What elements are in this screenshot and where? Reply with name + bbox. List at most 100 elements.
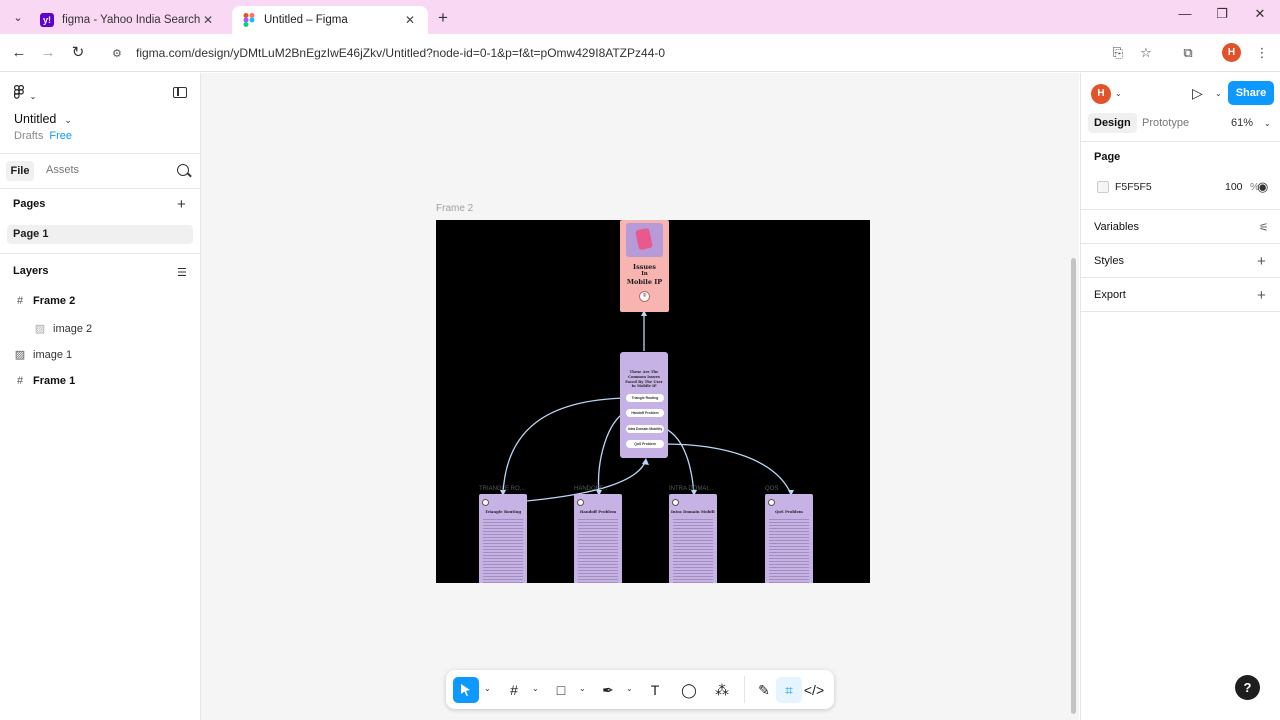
card-intra-domain-mobility[interactable]: Intra Domain Mobility xyxy=(669,494,717,583)
toggle-sidebar-icon[interactable] xyxy=(173,87,187,98)
url-text: figma.com/design/yDMtLuM2BnEgzIwE46jZkv/… xyxy=(136,46,666,60)
chevron-down-icon[interactable]: ⌄ xyxy=(1215,89,1222,98)
frame-tool[interactable]: # xyxy=(501,677,527,703)
chevron-down-icon[interactable]: ⌄ xyxy=(532,684,539,693)
draw-mode-icon[interactable]: ✎ xyxy=(751,677,777,703)
user-avatar[interactable]: H xyxy=(1091,84,1111,104)
layer-image-2[interactable]: ▨ image 2 xyxy=(33,322,93,336)
layer-name: image 2 xyxy=(53,322,93,335)
restore-icon[interactable]: ❐ xyxy=(1207,6,1237,22)
new-tab-button[interactable]: + xyxy=(434,8,452,28)
file-location: Drafts Free xyxy=(14,130,72,142)
tab-search-menu-icon[interactable]: ⌄ xyxy=(8,8,28,26)
file-title: Untitled xyxy=(14,112,57,126)
bookmark-star-icon[interactable]: ☆ xyxy=(1136,43,1156,63)
variables-label[interactable]: Variables xyxy=(1094,221,1139,233)
export-label[interactable]: Export xyxy=(1094,289,1126,301)
card-handoff-problem[interactable]: Handoff Problem xyxy=(574,494,622,583)
chevron-down-icon[interactable]: ⌄ xyxy=(484,684,491,693)
tab-prototype[interactable]: Prototype xyxy=(1136,113,1195,133)
issue-pill[interactable]: QoS Problem xyxy=(626,440,664,448)
tab-design[interactable]: Design xyxy=(1088,113,1137,133)
variables-settings-icon[interactable]: ⚟ xyxy=(1259,221,1269,234)
comment-tool[interactable]: ◯ xyxy=(676,677,702,703)
present-play-icon[interactable]: ▷ xyxy=(1192,85,1203,102)
chevron-down-icon[interactable]: ⌄ xyxy=(579,684,586,693)
minimize-icon[interactable]: — xyxy=(1170,6,1200,21)
actions-tool[interactable]: ⁂ xyxy=(709,677,735,703)
divider xyxy=(0,188,200,189)
share-button[interactable]: Share xyxy=(1228,81,1274,105)
browser-tab-yahoo[interactable]: y! figma - Yahoo India Search Res ✕ xyxy=(30,6,226,34)
card-tag: INTRA DOMAI... xyxy=(669,486,714,492)
install-app-icon[interactable]: ⎘ xyxy=(1108,43,1128,63)
card-qos-problem[interactable]: QoS Problem xyxy=(765,494,813,583)
node-text: Issues xyxy=(633,263,656,271)
card-icon xyxy=(672,499,679,506)
chevron-down-icon[interactable]: ⌄ xyxy=(1264,119,1271,128)
zoom-level[interactable]: 61% xyxy=(1231,117,1253,129)
plan-badge[interactable]: Free xyxy=(49,130,72,142)
design-mode-icon[interactable]: ⌗ xyxy=(776,677,802,703)
divider xyxy=(1081,209,1280,210)
browser-menu-icon[interactable]: ⋮ xyxy=(1252,43,1272,63)
connector-handle[interactable]: ⌾ xyxy=(639,291,650,302)
dev-mode-icon[interactable]: </> xyxy=(801,677,827,703)
rectangle-tool[interactable]: □ xyxy=(548,677,574,703)
collapse-layers-icon[interactable]: ☰ xyxy=(177,266,187,279)
left-sidebar: ⌄ Untitled ⌄ Drafts Free File Assets Pages… xyxy=(0,73,201,720)
move-tool[interactable] xyxy=(453,677,479,703)
close-window-icon[interactable]: ✕ xyxy=(1245,6,1275,22)
styles-label[interactable]: Styles xyxy=(1094,255,1124,267)
drafts-label[interactable]: Drafts xyxy=(14,130,43,142)
page-color-swatch[interactable] xyxy=(1097,181,1109,193)
page-opacity[interactable]: 100 xyxy=(1225,181,1243,193)
frame-label[interactable]: Frame 2 xyxy=(436,203,473,214)
issue-pill[interactable]: Triangle Routing xyxy=(626,394,664,402)
back-icon[interactable]: ← xyxy=(10,44,28,62)
search-icon[interactable] xyxy=(177,164,189,176)
profile-avatar[interactable]: H xyxy=(1222,43,1241,62)
card-tag: TRIANGLE RO... xyxy=(479,486,525,492)
layer-frame-1[interactable]: # Frame 1 xyxy=(13,375,75,387)
card-tag: QOS xyxy=(765,486,779,492)
forward-icon[interactable]: → xyxy=(39,44,57,62)
card-icon xyxy=(768,499,775,506)
layer-image-1[interactable]: ▨ image 1 xyxy=(13,348,72,362)
url-field[interactable]: ⚙ figma.com/design/yDMtLuM2BnEgzIwE46jZk… xyxy=(104,39,1212,67)
close-tab-icon[interactable]: ✕ xyxy=(200,13,216,27)
text-tool[interactable]: T xyxy=(642,677,668,703)
figma-main-menu-icon[interactable]: ⌄ xyxy=(14,85,36,102)
add-style-icon[interactable]: + xyxy=(1257,254,1266,269)
page-item-page-1[interactable]: Page 1 xyxy=(7,225,193,244)
issue-pill[interactable]: Handoff Problem xyxy=(626,409,664,417)
help-button[interactable]: ? xyxy=(1235,675,1260,700)
common-issues-node[interactable]: These Are The Common Issues Faced By The… xyxy=(620,352,668,458)
tab-assets[interactable]: Assets xyxy=(46,164,79,176)
issue-pill[interactable]: Intra Domain Mobility xyxy=(626,425,664,433)
site-info-icon[interactable]: ⚙ xyxy=(112,47,126,60)
layer-name: Frame 1 xyxy=(33,375,76,387)
add-page-icon[interactable]: + xyxy=(177,197,186,212)
layer-frame-2[interactable]: # Frame 2 xyxy=(13,295,75,307)
page-color-hex[interactable]: F5F5F5 xyxy=(1115,181,1152,193)
issues-title-node[interactable]: Issues In Mobile IP ⌾ xyxy=(620,220,669,312)
tab-title: Untitled – Figma xyxy=(264,14,348,26)
add-export-icon[interactable]: + xyxy=(1257,288,1266,303)
chevron-down-icon[interactable]: ⌄ xyxy=(1115,89,1122,98)
extensions-icon[interactable]: ⧉ xyxy=(1178,43,1198,63)
frame-2[interactable]: Issues In Mobile IP ⌾ These Are The Comm… xyxy=(436,220,870,583)
close-tab-icon[interactable]: ✕ xyxy=(402,13,418,27)
visibility-eye-icon[interactable]: ◉ xyxy=(1257,179,1268,195)
browser-tab-figma[interactable]: Untitled – Figma ✕ xyxy=(232,6,428,34)
tab-file[interactable]: File xyxy=(6,161,34,181)
card-triangle-routing[interactable]: Triangle Routing xyxy=(479,494,527,583)
layer-name: Frame 2 xyxy=(33,295,76,307)
canvas-scrollbar[interactable] xyxy=(1071,258,1076,714)
pages-heading: Pages xyxy=(13,198,46,210)
pen-tool[interactable]: ✒ xyxy=(595,677,621,703)
file-title-menu[interactable]: Untitled ⌄ xyxy=(14,112,72,126)
design-canvas[interactable]: Frame 2 Issues In Mobile IP ⌾ These Are … xyxy=(201,73,1079,720)
reload-icon[interactable]: ↻ xyxy=(69,44,87,62)
chevron-down-icon[interactable]: ⌄ xyxy=(626,684,633,693)
